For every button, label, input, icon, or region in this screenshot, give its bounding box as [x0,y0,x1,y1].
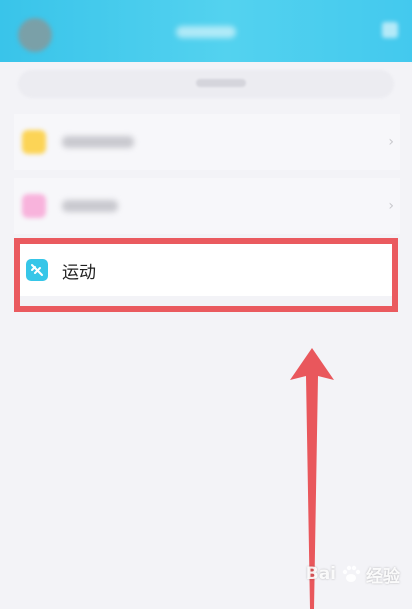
list-item[interactable]: › [14,114,400,170]
settings-icon[interactable] [382,22,398,38]
avatar-icon[interactable] [18,18,52,52]
list-item-label [62,136,134,148]
chevron-right-icon: › [388,198,394,214]
yellow-app-icon [22,130,46,154]
highlight-box [14,238,398,312]
watermark-brand: Bai [305,564,336,584]
search-bar[interactable] [18,70,394,98]
search-placeholder [196,79,246,87]
app-header [0,0,412,62]
watermark-suffix: 经验 [366,566,400,587]
pink-app-icon [22,194,46,218]
baidu-watermark: Bai 经验 [306,559,400,589]
chevron-right-icon: › [388,134,394,150]
list-item[interactable]: › [14,178,400,234]
page-title [176,26,236,38]
paw-icon [342,565,361,582]
list-item-label [62,200,118,212]
